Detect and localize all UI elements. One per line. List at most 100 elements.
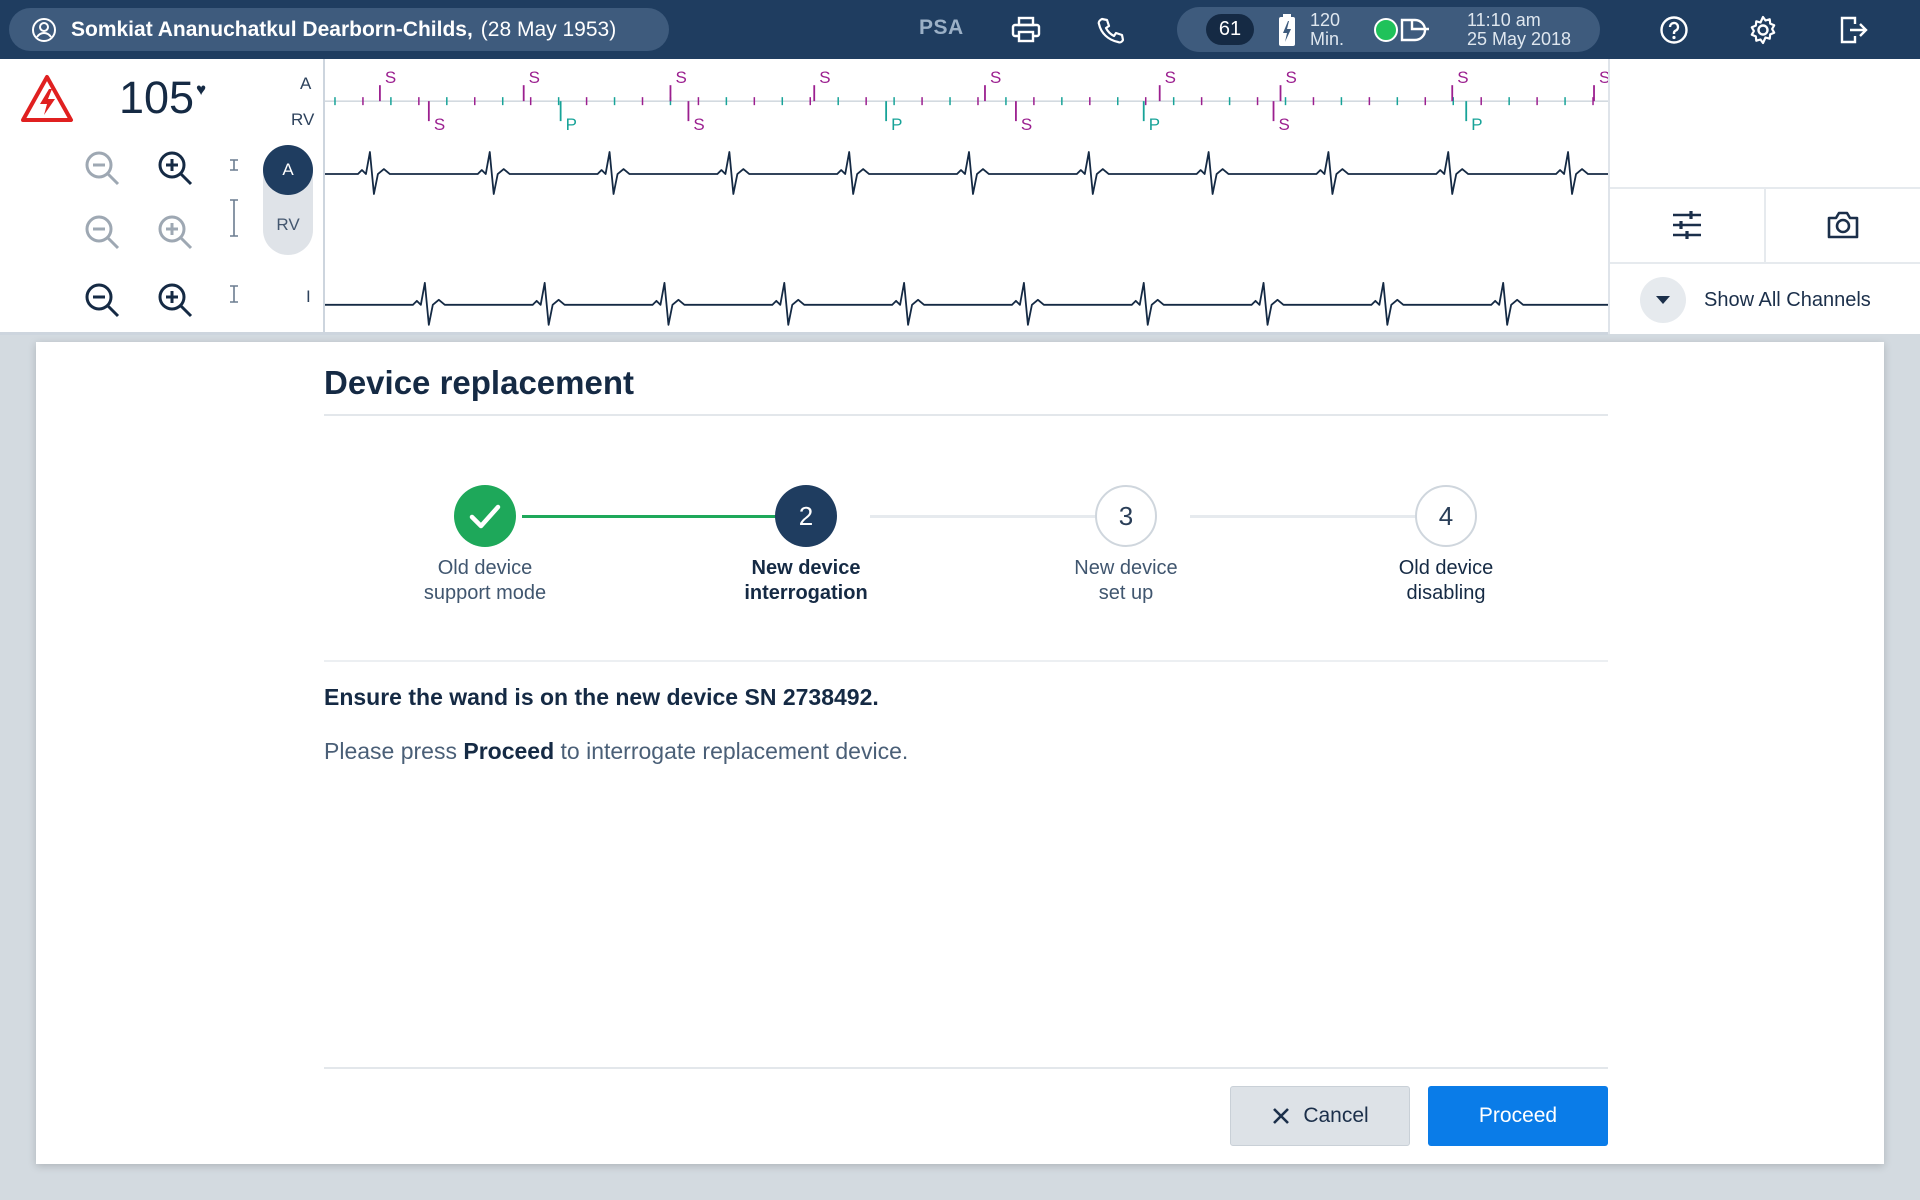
instruction-prefix: Please press	[324, 738, 457, 764]
cancel-button[interactable]: Cancel	[1230, 1086, 1410, 1146]
sense-marker-label: S	[1165, 68, 1176, 87]
sense-marker-label: S	[1599, 68, 1608, 87]
step-2-label-line2: interrogation	[744, 582, 868, 604]
step-3: 3	[1095, 485, 1157, 547]
step-3-label-line1: New device	[1074, 557, 1178, 579]
exit-icon[interactable]	[1838, 14, 1870, 46]
divider	[324, 660, 1608, 662]
zoom-in-icon[interactable]	[155, 148, 195, 188]
user-icon	[32, 17, 56, 42]
sense-marker-label: S	[385, 68, 396, 87]
amplitude-scale-icon	[230, 159, 238, 171]
stepper-connector-done	[522, 515, 810, 518]
step-1-label-line1: Old device	[437, 557, 533, 579]
sense-marker-label: S	[693, 115, 704, 134]
sense-marker-label: S	[1286, 68, 1297, 87]
battery-minutes: 120 Min.	[1310, 11, 1344, 49]
instruction-bold: Proceed	[463, 738, 555, 764]
show-all-channels[interactable]: Show All Channels	[1640, 277, 1871, 323]
patient-banner[interactable]: Somkiat Ananuchatkul Dearborn-Childs, (2…	[9, 8, 669, 51]
ecg-trace-i	[325, 281, 1608, 326]
dialog-title: Device replacement	[324, 364, 635, 401]
clock-time: 11:10 am	[1467, 10, 1541, 30]
divider	[324, 1067, 1608, 1069]
amplitude-scale-icon	[230, 199, 238, 237]
phone-icon[interactable]	[1094, 14, 1126, 46]
heart-rate-badge: 61	[1206, 14, 1254, 45]
divider	[1764, 189, 1766, 262]
zoom-in-icon[interactable]	[155, 212, 195, 252]
patient-name: Somkiat Ananuchatkul Dearborn-Childs,	[71, 17, 473, 41]
print-icon[interactable]	[1010, 14, 1042, 46]
heart-icon: ♥	[196, 80, 207, 99]
step-2-active: 2	[775, 485, 837, 547]
zoom-in-icon[interactable]	[155, 280, 195, 320]
psa-mode-label[interactable]: PSA	[919, 16, 964, 40]
sense-marker-label: S	[1021, 115, 1032, 134]
help-icon[interactable]	[1658, 14, 1690, 46]
connection-icon	[1400, 18, 1429, 42]
pace-marker-label: P	[1149, 115, 1160, 134]
device-replacement-dialog: Device replacement Old device support mo…	[36, 342, 1884, 1164]
divider	[1610, 262, 1920, 264]
step-3-label-line2: set up	[1098, 582, 1154, 604]
stepper-connector	[1190, 515, 1448, 518]
ecg-divider	[0, 332, 1608, 335]
sense-marker-label: S	[675, 68, 686, 87]
top-bar: Somkiat Ananuchatkul Dearborn-Childs, (2…	[0, 0, 1920, 59]
proceed-button[interactable]: Proceed	[1428, 1086, 1608, 1146]
gear-icon[interactable]	[1747, 14, 1779, 46]
sense-marker-label: S	[1279, 115, 1290, 134]
pace-marker-label: P	[891, 115, 902, 134]
alarm-warning-icon[interactable]	[20, 74, 74, 124]
step-1-label-line2: support mode	[423, 582, 547, 604]
channel-toggle-rv[interactable]: RV	[263, 215, 313, 235]
sense-marker-label: S	[529, 68, 540, 87]
clock-date: 25 May 2018	[1467, 29, 1572, 49]
step-2-label-line1: New device	[751, 557, 861, 579]
sense-marker-label: S	[434, 115, 445, 134]
sense-marker-label: S	[819, 68, 830, 87]
chevron-down-icon[interactable]	[1640, 277, 1686, 323]
channel-toggle-a[interactable]: A	[263, 145, 313, 195]
device-status-pill: 61 120 Min. 11:10 am 25 May 2018	[1177, 7, 1600, 52]
battery-icon	[1279, 14, 1295, 46]
channel-label-a: A	[300, 74, 312, 93]
step-4-label-line2: disabling	[1406, 582, 1486, 604]
step-3-label: New device set up	[1006, 556, 1246, 606]
close-icon	[1273, 1108, 1290, 1124]
camera-icon[interactable]	[1823, 207, 1863, 243]
pace-marker-label: P	[1471, 115, 1482, 134]
ecg-tool-panel: Show All Channels	[1608, 59, 1920, 334]
pace-marker-label: P	[566, 115, 577, 134]
heart-rate-value: 105	[119, 72, 195, 123]
channel-label-rv: RV	[291, 110, 315, 129]
channel-label-i: I	[306, 287, 311, 306]
zoom-out-icon[interactable]	[82, 212, 122, 252]
stepper-connector	[870, 515, 1128, 518]
step-4: 4	[1415, 485, 1477, 547]
patient-dob: (28 May 1953)	[480, 17, 617, 41]
zoom-out-icon[interactable]	[82, 280, 122, 320]
checkmark-icon	[469, 504, 501, 529]
ecg-waveforms: S S S S S S S S S S P S P S P S P	[323, 59, 1608, 334]
battery-minutes-unit: Min.	[1310, 29, 1345, 49]
proceed-button-label: Proceed	[1478, 1104, 1558, 1127]
cancel-button-label: Cancel	[1303, 1104, 1369, 1127]
date-time: 11:10 am 25 May 2018	[1467, 11, 1571, 49]
step-4-label-line1: Old device	[1398, 557, 1494, 579]
connection-status-dot	[1374, 18, 1398, 42]
battery-minutes-value: 120	[1310, 10, 1341, 30]
step-1-done	[454, 485, 516, 547]
sense-marker-label: S	[1457, 68, 1468, 87]
zoom-out-icon[interactable]	[82, 148, 122, 188]
settings-sliders-icon[interactable]	[1667, 207, 1707, 243]
step-2-label: New device interrogation	[686, 556, 926, 606]
step-1-label: Old device support mode	[365, 556, 605, 606]
step-4-label: Old device disabling	[1326, 556, 1566, 606]
show-all-channels-label: Show All Channels	[1704, 288, 1871, 311]
sense-marker-label: S	[990, 68, 1001, 87]
amplitude-scale-icon	[230, 285, 238, 303]
ecg-trace-rv	[325, 151, 1608, 195]
instruction-suffix: to interrogate replacement device.	[560, 738, 909, 764]
